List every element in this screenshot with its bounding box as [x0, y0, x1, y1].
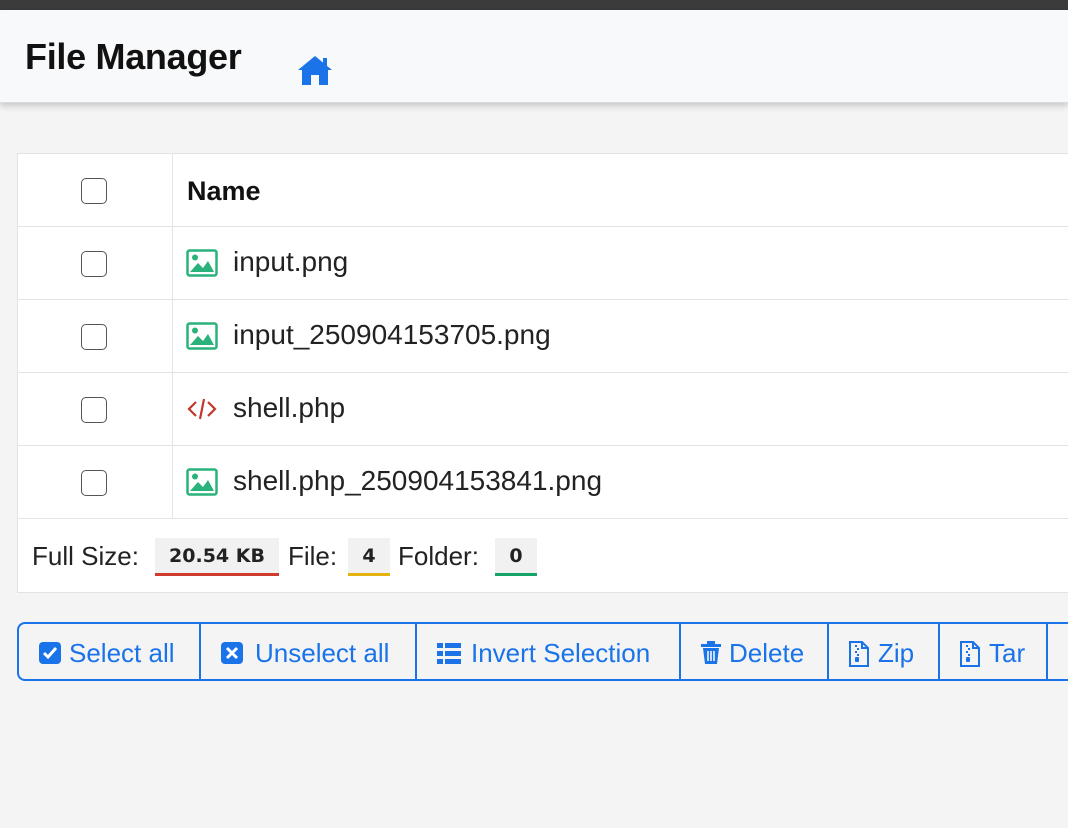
name-column-header[interactable]: Name [187, 176, 261, 207]
row-checkbox[interactable] [81, 324, 107, 350]
navbar: File Manager [0, 10, 1068, 103]
zip-button[interactable]: Zip [829, 624, 940, 679]
table-row: input_250904153705.png [18, 300, 1068, 373]
delete-label: Delete [729, 638, 805, 668]
tar-button[interactable]: Tar [940, 624, 1048, 679]
unselect-all-button[interactable]: Unselect all [201, 624, 417, 679]
archive-file-icon [849, 641, 869, 667]
window-top-strip [0, 0, 1068, 10]
home-icon[interactable] [296, 53, 334, 87]
table-header-row: Name [18, 154, 1068, 227]
check-square-icon [39, 642, 61, 664]
folder-count-badge: 0 [495, 538, 537, 576]
file-table: Name input.png input_250904153705.png sh… [17, 153, 1068, 593]
unselect-all-label: Unselect all [255, 638, 390, 668]
select-all-label: Select all [69, 638, 175, 668]
select-all-checkbox[interactable] [81, 178, 107, 204]
row-checkbox[interactable] [81, 251, 107, 277]
file-count-label: File: [288, 541, 338, 571]
full-size-label: Full Size: [32, 541, 139, 571]
archive-file-icon [960, 641, 980, 667]
select-all-button[interactable]: Select all [19, 624, 201, 679]
row-checkbox[interactable] [81, 470, 107, 496]
image-file-icon [186, 322, 218, 350]
trash-icon [701, 641, 721, 664]
image-file-icon [186, 468, 218, 496]
zip-label: Zip [878, 638, 915, 668]
image-file-icon [186, 249, 218, 277]
table-row: shell.php [18, 373, 1068, 446]
list-icon [437, 643, 461, 664]
file-name-link[interactable]: input.png [233, 246, 348, 278]
x-square-icon [221, 642, 243, 664]
delete-button[interactable]: Delete [681, 624, 829, 679]
app-title[interactable]: File Manager [25, 36, 242, 78]
file-name-link[interactable]: shell.php [233, 392, 345, 424]
code-file-icon [187, 398, 217, 420]
invert-selection-label: Invert Selection [471, 638, 651, 668]
file-count-badge: 4 [348, 538, 390, 576]
file-name-link[interactable]: shell.php_250904153841.png [233, 465, 602, 497]
table-row: shell.php_250904153841.png [18, 446, 1068, 519]
row-checkbox[interactable] [81, 397, 107, 423]
tar-label: Tar [989, 638, 1026, 668]
bulk-actions-toolbar: Select all Unselect all Invert Selection… [17, 622, 1068, 681]
full-size-badge: 20.54 KB [155, 538, 279, 576]
table-footer: Full Size: 20.54 KB File: 4 Folder: 0 [18, 519, 1068, 592]
folder-count-label: Folder: [398, 541, 479, 571]
invert-selection-button[interactable]: Invert Selection [417, 624, 681, 679]
more-actions-button[interactable] [1048, 624, 1068, 679]
table-row: input.png [18, 227, 1068, 300]
file-name-link[interactable]: input_250904153705.png [233, 319, 551, 351]
